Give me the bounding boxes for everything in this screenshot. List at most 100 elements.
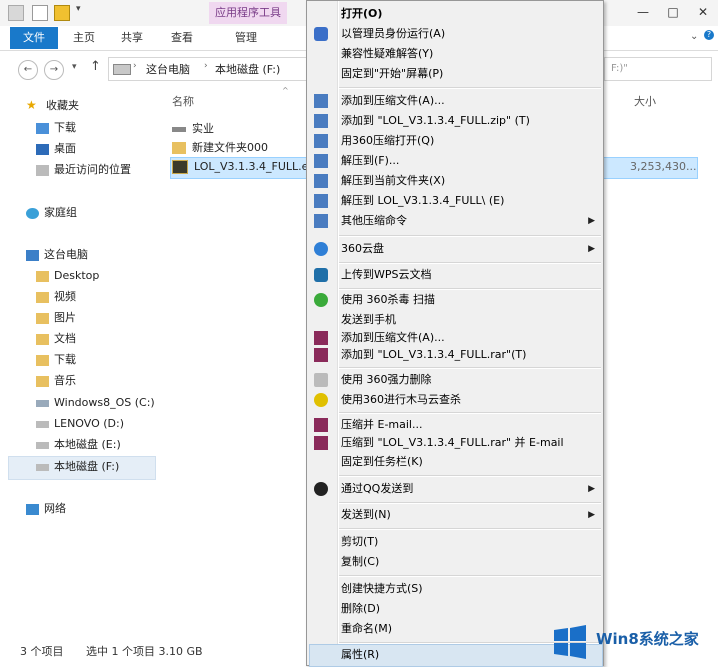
network-icon <box>26 503 39 515</box>
context-menu: 打开(O) 以管理员身份运行(A) 兼容性疑难解答(Y) 固定到"开始"屏幕(P… <box>306 0 604 667</box>
menu-extract-here[interactable]: 解压到当前文件夹(X) <box>307 171 603 191</box>
menu-send-via-qq[interactable]: 通过QQ发送到 ▶ <box>307 479 603 499</box>
drive-shortcut-icon <box>172 126 186 132</box>
menu-extract-to-folder[interactable]: 解压到 LOL_V3.1.3.4_FULL\ (E) <box>307 191 603 211</box>
nav-favorite-downloads[interactable]: 下载 <box>36 119 76 137</box>
nav-pc-downloads[interactable]: 下载 <box>36 351 76 369</box>
menu-delete[interactable]: 删除(D) <box>307 599 603 619</box>
downloads-folder-icon <box>36 354 49 366</box>
documents-folder-icon <box>36 333 49 345</box>
menu-pin-to-start[interactable]: 固定到"开始"屏幕(P) <box>307 64 603 84</box>
nav-this-pc[interactable]: 这台电脑 <box>26 246 88 264</box>
menu-cut[interactable]: 剪切(T) <box>307 532 603 552</box>
window-icon[interactable] <box>8 5 24 21</box>
menu-create-shortcut[interactable]: 创建快捷方式(S) <box>307 579 603 599</box>
forward-button[interactable]: → <box>44 60 64 80</box>
ribbon-expand-icon[interactable]: ⌄ <box>690 31 698 42</box>
menu-other-compress[interactable]: 其他压缩命令 ▶ <box>307 211 603 231</box>
back-button[interactable]: ← <box>18 60 38 80</box>
tab-view[interactable]: 查看 <box>164 27 200 49</box>
breadcrumb-this-pc[interactable]: 这台电脑 <box>146 61 190 77</box>
wps-cloud-icon <box>314 268 328 282</box>
shield-icon <box>314 27 328 41</box>
winrar-icon <box>314 436 328 450</box>
menu-send-to-phone[interactable]: 发送到手机 <box>307 310 603 330</box>
nav-drive-d[interactable]: LENOVO (D:) <box>36 415 124 433</box>
menu-copy[interactable]: 复制(C) <box>307 552 603 572</box>
nav-homegroup[interactable]: 家庭组 <box>26 204 77 222</box>
file-row-lol-exe[interactable]: LOL_V3.1.3.4_FULL.exe <box>172 158 321 176</box>
tab-home[interactable]: 主页 <box>66 27 102 49</box>
properties-quick-icon[interactable] <box>32 5 48 21</box>
new-folder-quick-icon[interactable] <box>54 5 70 21</box>
nav-pc-music[interactable]: 音乐 <box>36 372 76 390</box>
menu-360-cloud[interactable]: 360云盘 ▶ <box>307 239 603 259</box>
quick-access-dropdown-icon[interactable]: ▾ <box>76 4 81 14</box>
nav-drive-c[interactable]: Windows8_OS (C:) <box>36 394 155 412</box>
breadcrumb-separator-icon: › <box>133 61 137 71</box>
up-icon[interactable]: ↑ <box>90 59 101 74</box>
videos-folder-icon <box>36 291 49 303</box>
nav-pc-videos[interactable]: 视频 <box>36 288 76 306</box>
menu-open[interactable]: 打开(O) <box>307 4 603 24</box>
menu-upload-wps[interactable]: 上传到WPS云文档 <box>307 265 603 285</box>
computer-icon <box>26 249 39 261</box>
menu-separator <box>339 87 601 89</box>
nav-pc-desktop[interactable]: Desktop <box>36 267 99 285</box>
search-input[interactable]: F:)" <box>604 57 712 81</box>
archive-icon <box>314 134 328 148</box>
recent-locations-icon[interactable]: ▾ <box>72 62 77 72</box>
menu-winrar-add-rar[interactable]: 添加到 "LOL_V3.1.3.4_FULL.rar"(T) <box>307 345 603 365</box>
minimize-button[interactable]: — <box>628 0 658 24</box>
submenu-arrow-icon: ▶ <box>588 244 595 254</box>
menu-add-to-zip[interactable]: 添加到 "LOL_V3.1.3.4_FULL.zip" (T) <box>307 111 603 131</box>
watermark-text: Win8系统之家 <box>596 630 699 648</box>
menu-separator <box>339 575 601 577</box>
menu-360-force-delete[interactable]: 使用 360强力删除 <box>307 370 603 390</box>
close-button[interactable]: ✕ <box>688 0 718 24</box>
menu-compress-email[interactable]: 压缩并 E-mail... <box>307 415 603 435</box>
tab-share[interactable]: 共享 <box>114 27 150 49</box>
nav-drive-f[interactable]: 本地磁盘 (F:) <box>36 458 119 476</box>
nav-favorite-desktop[interactable]: 桌面 <box>36 140 76 158</box>
recent-places-icon <box>36 164 49 176</box>
shredder-icon <box>314 373 328 387</box>
sort-up-icon: ^ <box>282 86 289 95</box>
tab-file[interactable]: 文件 <box>10 27 58 49</box>
nav-network[interactable]: 网络 <box>26 500 66 518</box>
menu-run-as-admin[interactable]: 以管理员身份运行(A) <box>307 24 603 44</box>
desktop-icon <box>36 143 49 155</box>
nav-drive-e[interactable]: 本地磁盘 (E:) <box>36 436 121 454</box>
winrar-icon <box>314 348 328 362</box>
maximize-button[interactable]: □ <box>658 0 688 24</box>
tab-manage[interactable]: 管理 <box>228 27 264 49</box>
menu-separator <box>339 262 601 264</box>
help-icon[interactable]: ? <box>704 30 714 40</box>
nav-pc-documents[interactable]: 文档 <box>36 330 76 348</box>
menu-send-to[interactable]: 发送到(N) ▶ <box>307 505 603 525</box>
menu-360-trojan-scan[interactable]: 使用360进行木马云查杀 <box>307 390 603 410</box>
windows-logo-icon <box>554 625 586 659</box>
nav-favorite-recent[interactable]: 最近访问的位置 <box>36 161 131 179</box>
breadcrumb-drive-f[interactable]: 本地磁盘 (F:) <box>215 61 280 77</box>
folder-icon <box>36 270 49 282</box>
contextual-tab-app-tools: 应用程序工具 <box>209 2 287 24</box>
menu-add-to-archive[interactable]: 添加到压缩文件(A)... <box>307 91 603 111</box>
menu-compat-troubleshoot[interactable]: 兼容性疑难解答(Y) <box>307 44 603 64</box>
drive-icon <box>36 420 49 428</box>
menu-open-360zip[interactable]: 用360压缩打开(Q) <box>307 131 603 151</box>
file-row-shiye[interactable]: 实业 <box>172 120 214 138</box>
column-header-size[interactable]: 大小 <box>634 93 656 109</box>
menu-pin-to-taskbar[interactable]: 固定到任务栏(K) <box>307 452 603 472</box>
music-folder-icon <box>36 375 49 387</box>
drive-icon <box>36 441 49 449</box>
menu-extract-to[interactable]: 解压到(F)... <box>307 151 603 171</box>
file-row-new-folder[interactable]: 新建文件夹000 <box>172 139 268 157</box>
menu-360-scan[interactable]: 使用 360杀毒 扫描 <box>307 290 603 310</box>
nav-pc-pictures[interactable]: 图片 <box>36 309 76 327</box>
menu-compress-rar-email[interactable]: 压缩到 "LOL_V3.1.3.4_FULL.rar" 并 E-mail <box>307 433 603 453</box>
submenu-arrow-icon: ▶ <box>588 510 595 520</box>
nav-favorites[interactable]: ★ 收藏夹 <box>26 97 79 115</box>
column-header-name[interactable]: 名称 <box>172 93 194 109</box>
qq-penguin-icon <box>314 482 328 496</box>
